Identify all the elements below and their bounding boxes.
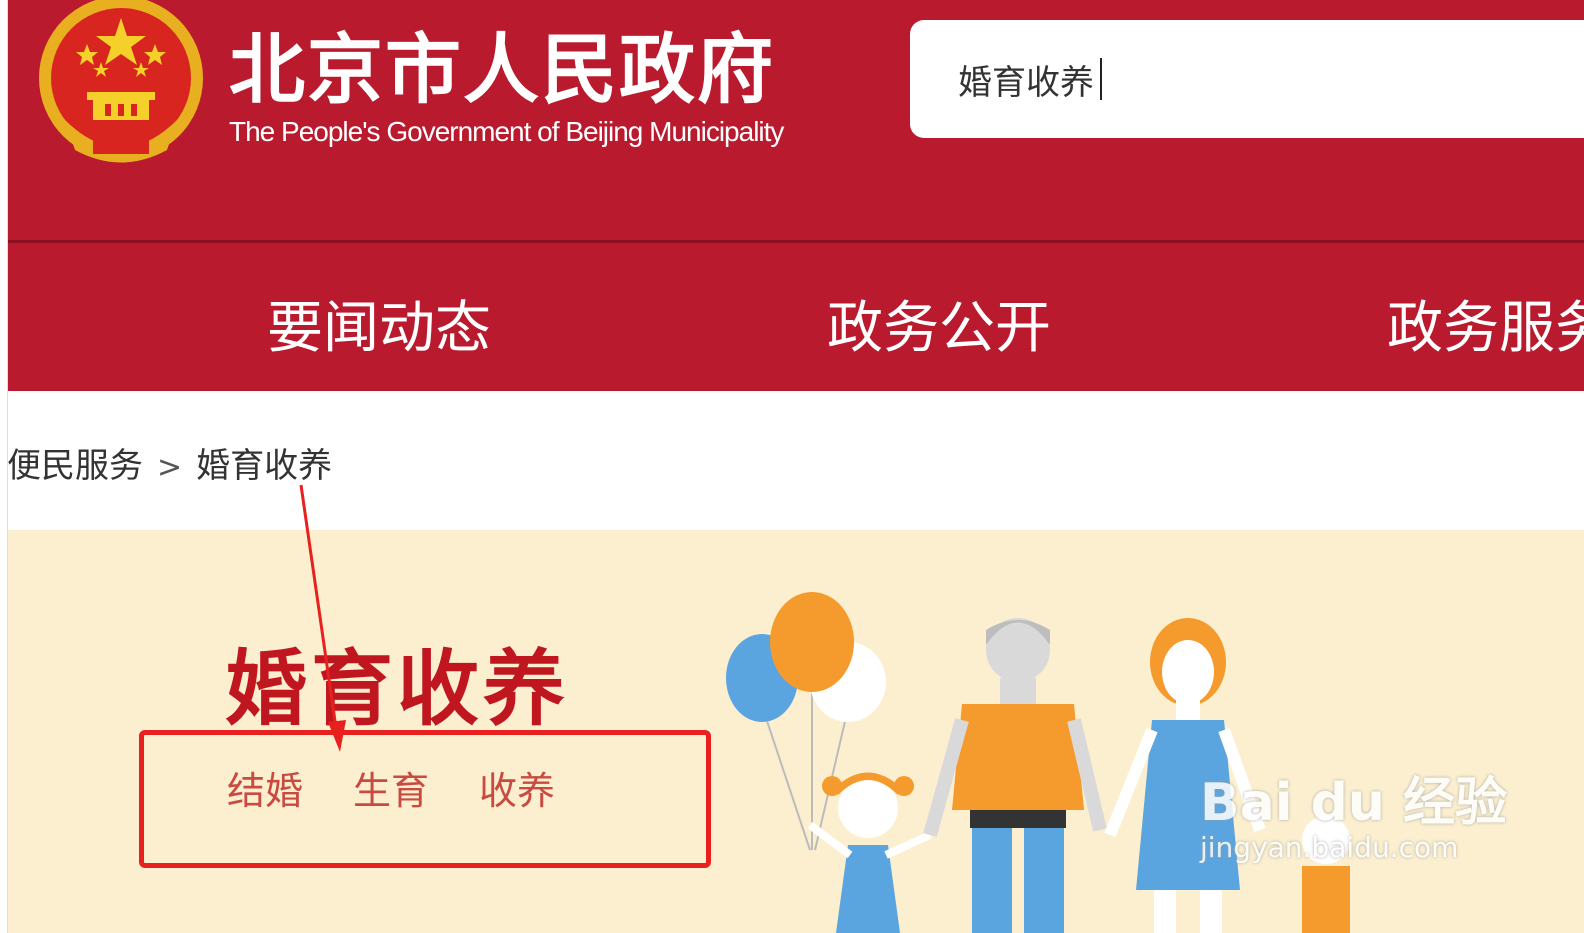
baidu-watermark: Bai du 经验 jingyan.baidu.com (1200, 760, 1507, 864)
breadcrumb: 便民服务 > 婚育收养 (7, 438, 332, 487)
breadcrumb-separator: > (157, 450, 183, 485)
site-subtitle: The People's Government of Beijing Munic… (229, 116, 784, 147)
nav-item-gov-affairs-open[interactable]: 政务公开 (827, 283, 1051, 364)
banner-title: 婚育收养 (225, 642, 570, 737)
page-edge (0, 0, 8, 933)
annotation-highlight-box (139, 730, 711, 868)
breadcrumb-parent[interactable]: 便民服务 (7, 446, 143, 486)
breadcrumb-current: 婚育收养 (196, 446, 333, 486)
text-caret (1100, 58, 1102, 100)
baidu-paw-logo-icon: Bai du 经验 (1200, 773, 1507, 833)
site-header: 北京市人民政府 The People's Government of Beiji… (7, 0, 1584, 240)
search-input[interactable] (958, 54, 1558, 104)
search-box[interactable] (910, 20, 1584, 138)
national-emblem-icon[interactable] (35, 0, 207, 165)
watermark-url: jingyan.baidu.com (1200, 831, 1459, 864)
nav-item-news[interactable]: 要闻动态 (267, 283, 491, 364)
site-title[interactable]: 北京市人民政府 (229, 8, 775, 118)
nav-item-gov-services[interactable]: 政务服务 (1387, 283, 1584, 364)
main-nav: 要闻动态 政务公开 政务服务 (7, 240, 1584, 391)
